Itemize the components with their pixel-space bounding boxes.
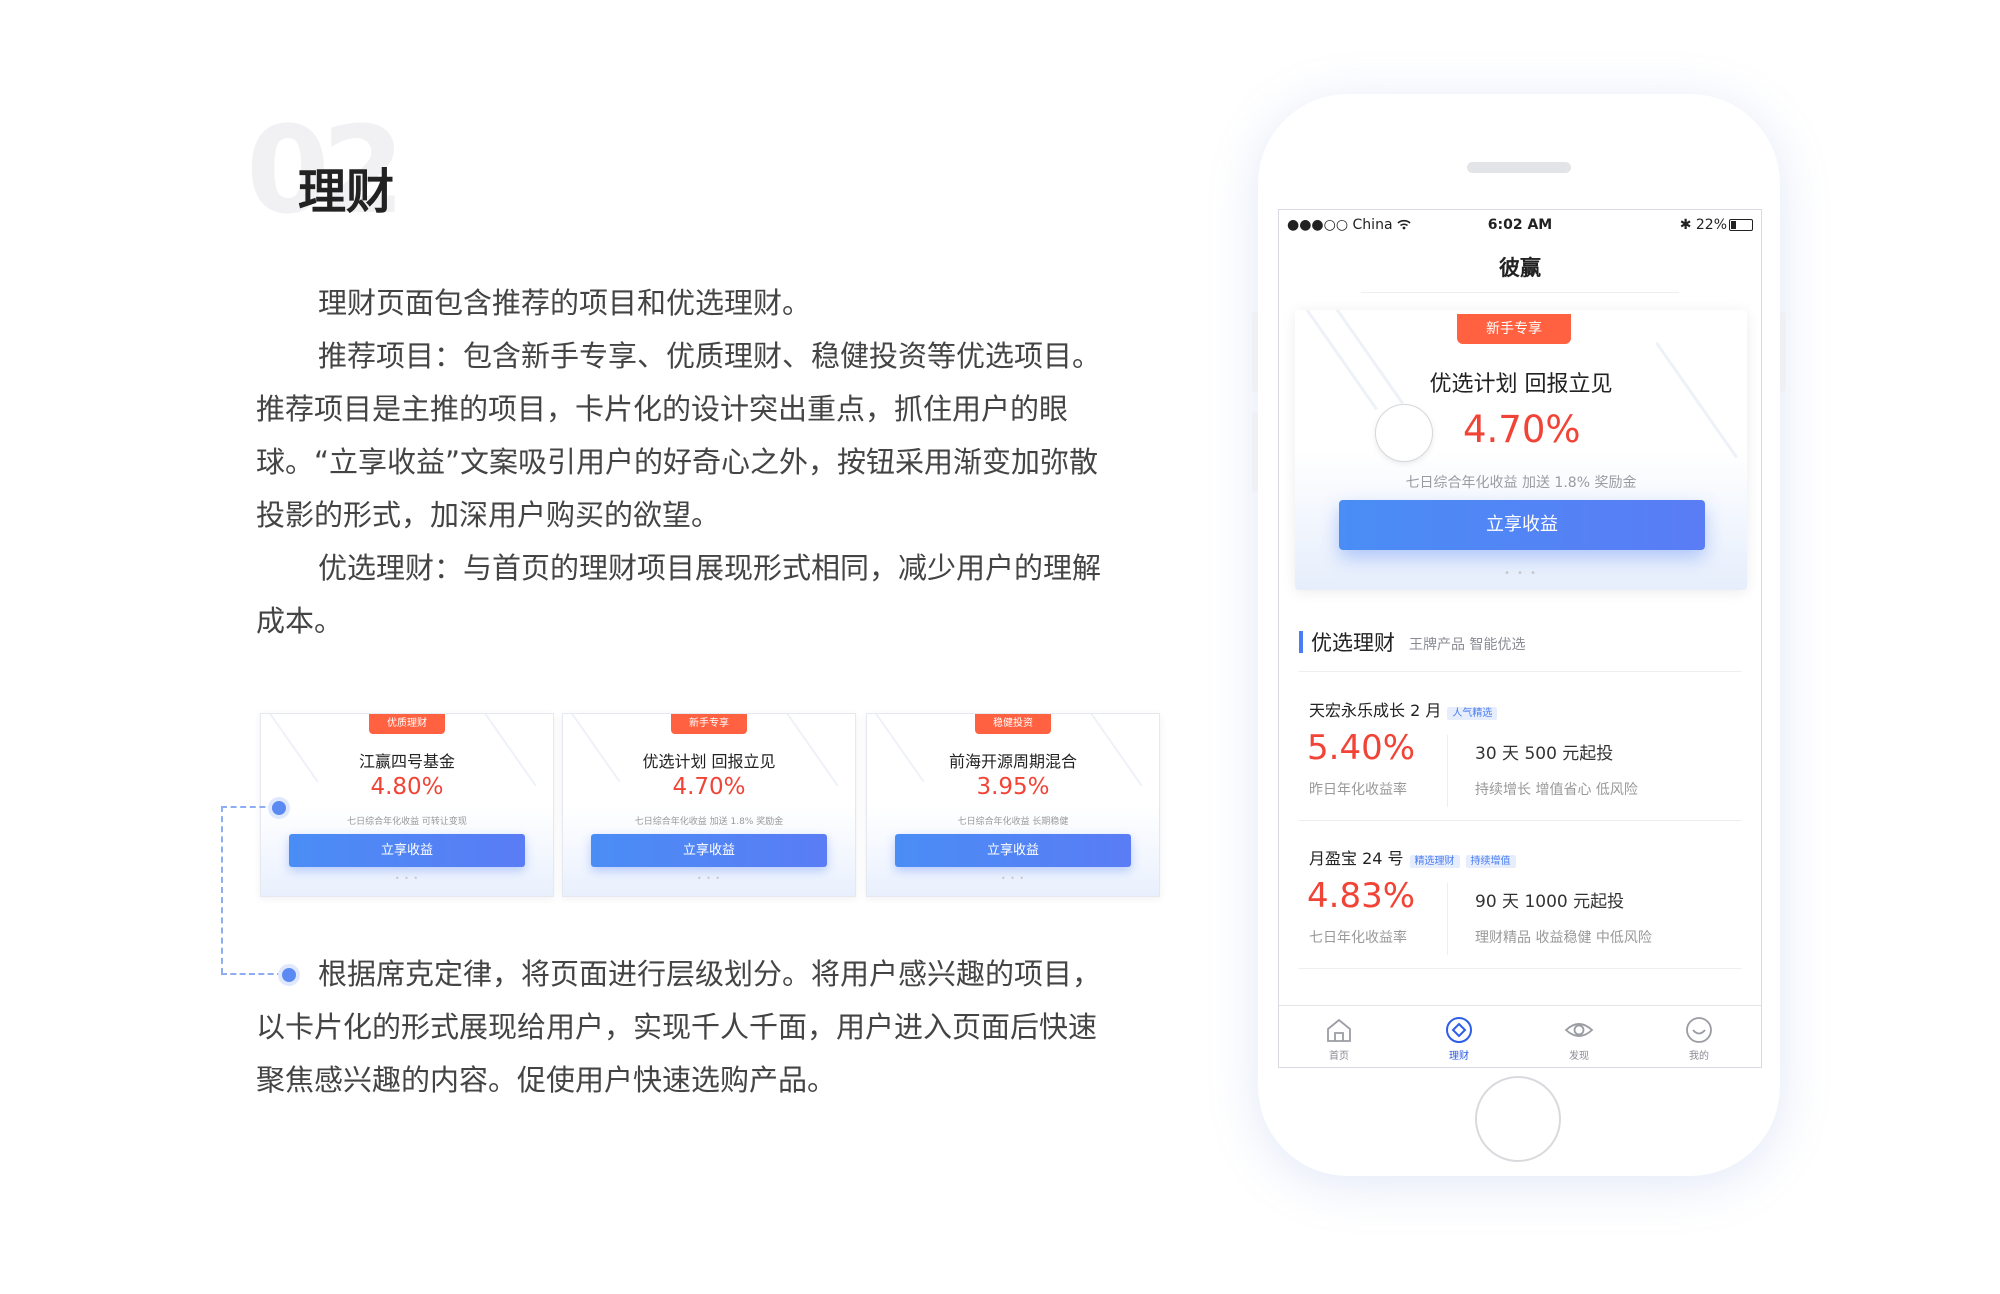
section-heading: 优选理财 (1311, 631, 1395, 655)
card-stripe (1655, 341, 1738, 459)
card-badge: 新手专享 (671, 714, 747, 734)
card-pager-dots: • • • (1000, 874, 1026, 883)
divider (1447, 735, 1448, 807)
product-desc: 持续增长 增值省心 低风险 (1475, 782, 1638, 798)
product-name[interactable]: 天宏永乐成长 2 月人气精选 (1309, 697, 1498, 721)
product-name[interactable]: 月盈宝 24 号精选理财 持续增值 (1309, 845, 1516, 869)
intro-p2-line2: 推荐项目是主推的项目，卡片化的设计突出重点，抓住用户的眼 (256, 392, 1069, 426)
card-claim-button[interactable]: 立享收益 (895, 834, 1131, 867)
card-badge: 稳健投资 (975, 714, 1051, 734)
intro-p2-line3: 球。“立享收益”文案吸引用户的好奇心之外，按钮采用渐变加弥散 (256, 445, 1099, 479)
card-desc: 七日综合年化收益 加送 1.8% 奖励金 (1405, 475, 1637, 491)
product-name-text: 月盈宝 24 号 (1309, 849, 1404, 868)
mini-card-steady[interactable]: 稳健投资 前海开源周期混合 3.95% 七日综合年化收益 长期稳健 立享收益 •… (866, 713, 1160, 897)
app-title: 彼赢 (1499, 256, 1541, 280)
intro-paragraph: 理财页面包含推荐的项目和优选理财。 推荐项目：包含新手专享、优质理财、稳健投资等… (256, 277, 1168, 648)
card-claim-button[interactable]: 立享收益 (289, 834, 525, 867)
phone-speaker (1467, 162, 1571, 173)
product-desc: 理财精品 收益稳健 中低风险 (1475, 930, 1652, 946)
card-rate: 4.70% (1463, 408, 1581, 451)
tab-discover[interactable]: 发现 (1519, 1005, 1639, 1062)
intro-p3-line1: 优选理财：与首页的理财项目展现形式相同，减少用户的理解 (318, 551, 1102, 585)
eye-icon (1564, 1023, 1594, 1037)
bluetooth-icon: ✱ (1679, 217, 1692, 233)
intro-p1: 理财页面包含推荐的项目和优选理财。 (318, 286, 812, 320)
divider (1447, 883, 1448, 955)
finance-icon (1446, 1017, 1472, 1043)
phone-screen: ●●●○○ China 6:02 AM ✱ 22% 彼赢 新手专享 优选计划 回… (1278, 209, 1762, 1068)
tab-label: 理财 (1449, 1051, 1469, 1062)
card-claim-button[interactable]: 立享收益 (591, 834, 827, 867)
battery-percent: 22% (1695, 217, 1727, 233)
bottom-line1: 根据席克定律，将页面进行层级划分。将用户感兴趣的项目， (318, 957, 1102, 991)
mini-card-newbie[interactable]: 新手专享 优选计划 回报立见 4.70% 七日综合年化收益 加送 1.8% 奖励… (562, 713, 856, 897)
section-accent-bar (1299, 631, 1303, 653)
tab-label: 首页 (1329, 1051, 1349, 1062)
card-title: 江赢四号基金 (358, 752, 455, 771)
card-desc: 七日综合年化收益 长期稳健 (957, 817, 1069, 827)
card-badge: 优质理财 (369, 714, 445, 734)
card-title: 前海开源周期混合 (948, 752, 1077, 771)
card-rate: 3.95% (976, 774, 1050, 800)
connector-line (221, 806, 275, 808)
battery-label: ✱ 22% (1680, 217, 1727, 233)
product-tag: 精选理财 (1409, 855, 1460, 868)
tab-label: 发现 (1569, 1051, 1589, 1062)
divider (1361, 292, 1679, 293)
card-title: 优选计划 回报立见 (642, 752, 776, 771)
home-icon (1327, 1018, 1351, 1042)
card-badge: 新手专享 (1457, 314, 1571, 344)
product-tag: 人气精选 (1447, 707, 1498, 720)
tab-profile[interactable]: 我的 (1639, 1005, 1759, 1062)
avatar (1375, 404, 1433, 462)
bottom-line2: 以卡片化的形式展现给用户，实现千人千面，用户进入页面后快速 (256, 1010, 1098, 1044)
card-pager-dots: • • • (696, 874, 722, 883)
product-term: 90 天 1000 元起投 (1475, 892, 1625, 912)
card-desc: 七日综合年化收益 加送 1.8% 奖励金 (634, 817, 784, 827)
product-rate-label: 七日年化收益率 (1309, 930, 1407, 946)
product-tag: 持续增值 (1465, 855, 1516, 868)
intro-p3-line2: 成本。 (256, 604, 344, 638)
intro-p2-line4: 投影的形式，加深用户购买的欲望。 (256, 498, 721, 532)
phone-volume-button (1252, 312, 1258, 392)
intro-p2-line1: 推荐项目：包含新手专享、优质理财、稳健投资等优选项目。 (318, 339, 1102, 373)
section-title: 理财 (298, 164, 395, 220)
section-subheading: 王牌产品 智能优选 (1409, 637, 1526, 653)
battery-icon (1729, 219, 1753, 231)
phone-home-button[interactable] (1475, 1076, 1561, 1162)
carousel-dots[interactable]: • • • (1295, 568, 1747, 579)
profile-icon (1686, 1017, 1712, 1043)
card-pager-dots: • • • (394, 874, 420, 883)
divider (1299, 968, 1741, 969)
status-bar: ●●●○○ China 6:02 AM ✱ 22% (1279, 210, 1761, 240)
divider (1299, 820, 1741, 821)
product-term: 30 天 500 元起投 (1475, 744, 1614, 764)
product-rate: 5.40% (1307, 728, 1416, 768)
card-title: 优选计划 回报立见 (1429, 372, 1613, 397)
divider (1299, 671, 1741, 672)
card-rate: 4.80% (370, 774, 444, 800)
product-rate: 4.83% (1307, 876, 1416, 916)
connector-dot (268, 797, 290, 819)
tab-home[interactable]: 首页 (1279, 1005, 1399, 1062)
product-rate-label: 昨日年化收益率 (1309, 782, 1407, 798)
recommend-card[interactable]: 新手专享 优选计划 回报立见 4.70% 七日综合年化收益 加送 1.8% 奖励… (1295, 310, 1747, 590)
claim-button[interactable]: 立享收益 (1339, 500, 1705, 550)
phone-power-button (1780, 312, 1786, 392)
connector-line (221, 806, 223, 974)
card-desc: 七日综合年化收益 可转让变现 (347, 817, 467, 827)
bottom-line3: 聚焦感兴趣的内容。促使用户快速选购产品。 (256, 1063, 837, 1097)
card-rate: 4.70% (672, 774, 746, 800)
tab-label: 我的 (1689, 1051, 1709, 1062)
product-name-text: 天宏永乐成长 2 月 (1309, 701, 1442, 720)
tab-finance[interactable]: 理财 (1399, 1005, 1519, 1062)
phone-volume-button (1252, 412, 1258, 492)
bottom-paragraph: 根据席克定律，将页面进行层级划分。将用户感兴趣的项目， 以卡片化的形式展现给用户… (256, 948, 1168, 1107)
mini-card-quality[interactable]: 优质理财 江赢四号基金 4.80% 七日综合年化收益 可转让变现 立享收益 • … (260, 713, 554, 897)
